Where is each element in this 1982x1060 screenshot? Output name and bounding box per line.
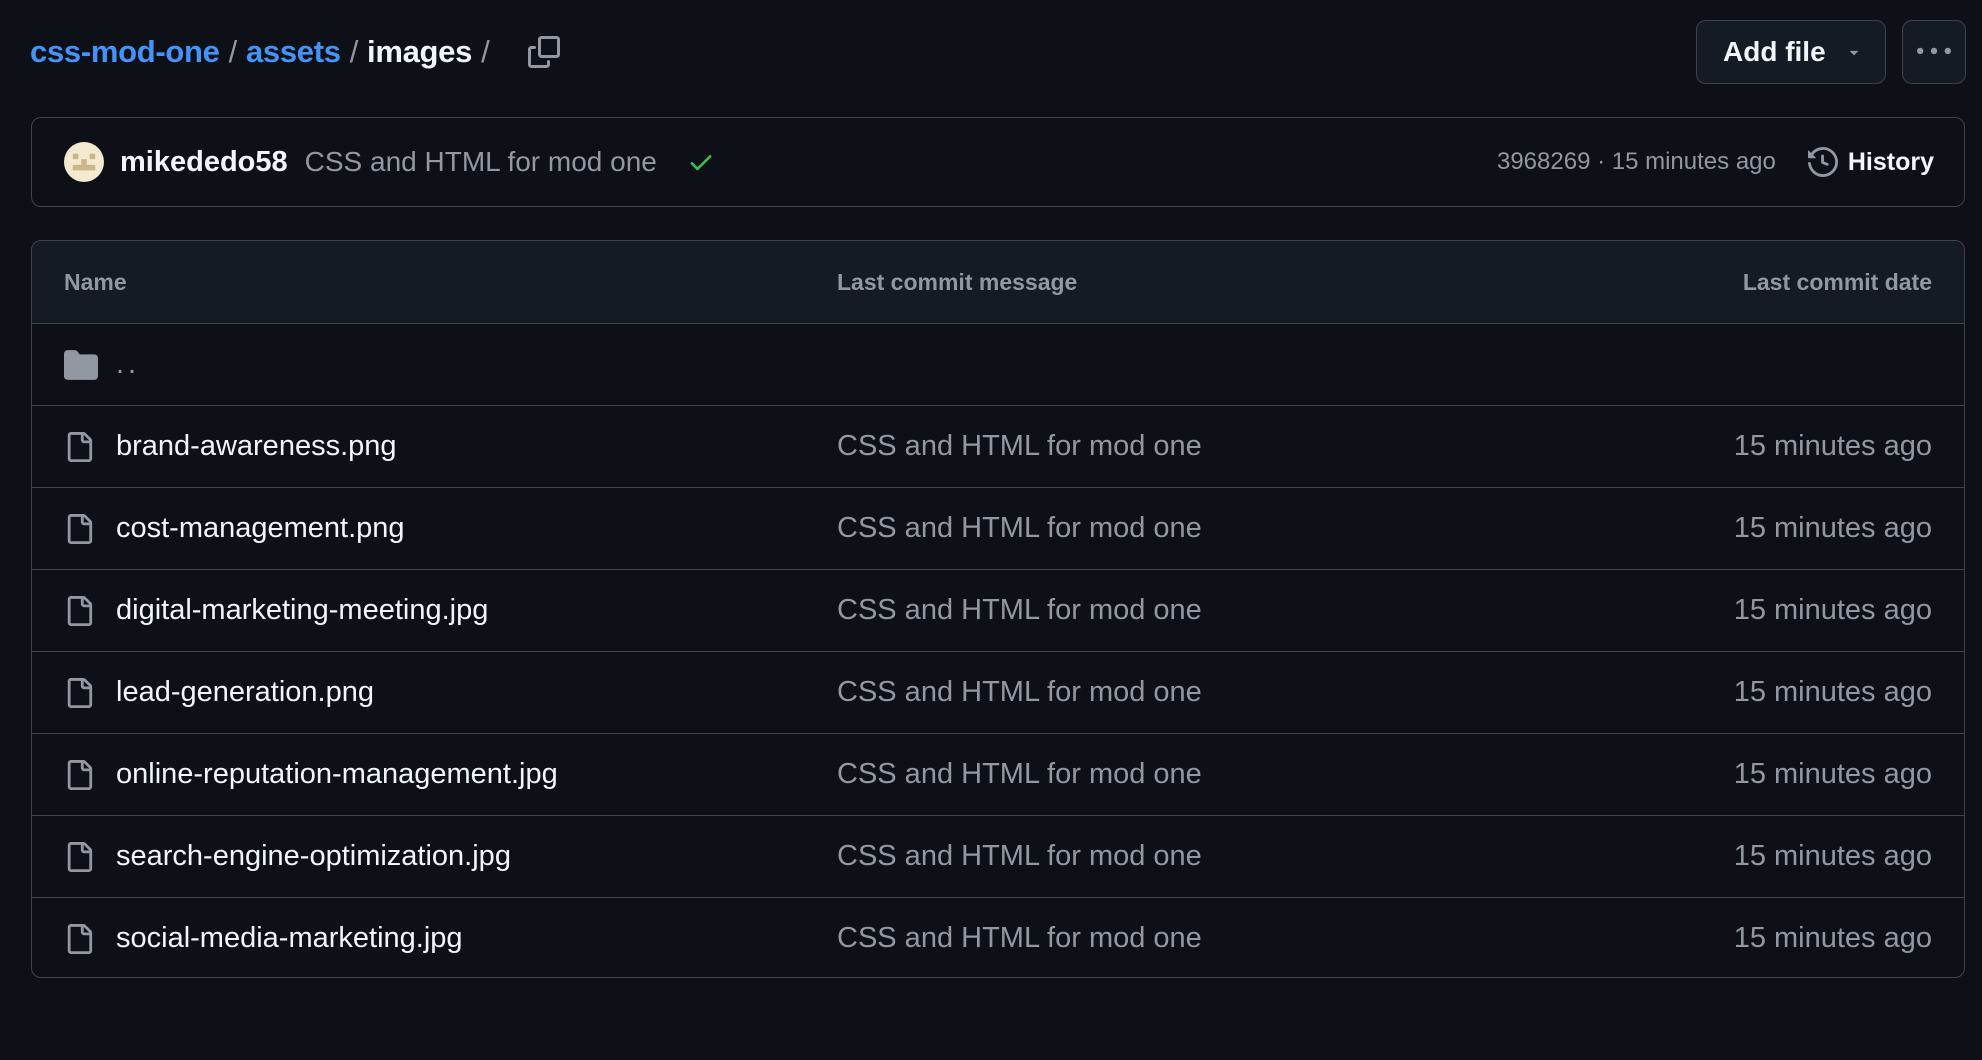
breadcrumb-current: images	[367, 34, 473, 69]
table-row[interactable]: online-reputation-management.jpg CSS and …	[32, 733, 1964, 815]
file-commit-message-link[interactable]: CSS and HTML for mod one	[837, 512, 1202, 545]
commit-status[interactable]	[687, 148, 715, 176]
file-commit-date: 15 minutes ago	[1733, 758, 1932, 790]
file-name-link[interactable]: social-media-marketing.jpg	[116, 922, 463, 955]
file-icon	[64, 676, 104, 710]
file-commit-date: 15 minutes ago	[1733, 430, 1932, 462]
file-commit-date: 15 minutes ago	[1733, 594, 1932, 626]
file-commit-date: 15 minutes ago	[1733, 512, 1932, 544]
file-commit-date: 15 minutes ago	[1733, 676, 1932, 708]
file-rows: brand-awareness.png CSS and HTML for mod …	[32, 405, 1964, 977]
commit-author-link[interactable]: mikededo58	[120, 146, 288, 179]
file-icon	[64, 840, 104, 874]
copy-path-button[interactable]	[524, 32, 564, 72]
check-icon	[690, 155, 712, 171]
parent-directory-row[interactable]: ..	[32, 323, 1964, 405]
table-row[interactable]: digital-marketing-meeting.jpg CSS and HTM…	[32, 569, 1964, 651]
avatar[interactable]	[64, 142, 104, 182]
file-table: Name Last commit message Last commit dat…	[31, 240, 1965, 978]
add-file-label: Add file	[1723, 36, 1826, 67]
table-row[interactable]: cost-management.png CSS and HTML for mod …	[32, 487, 1964, 569]
add-file-button[interactable]: Add file	[1696, 20, 1886, 84]
folder-icon	[64, 348, 104, 382]
breadcrumb-separator: /	[228, 34, 238, 69]
column-header-name: Name	[64, 268, 127, 295]
table-header: Name Last commit message Last commit dat…	[32, 241, 1964, 323]
file-commit-message-link[interactable]: CSS and HTML for mod one	[837, 594, 1202, 627]
file-commit-message-link[interactable]: CSS and HTML for mod one	[837, 840, 1202, 873]
table-row[interactable]: search-engine-optimization.jpg CSS and HT…	[32, 815, 1964, 897]
file-name-link[interactable]: lead-generation.png	[116, 676, 374, 709]
column-header-date: Last commit date	[1742, 268, 1932, 295]
breadcrumb-repo-link[interactable]: css-mod-one	[30, 34, 220, 70]
history-label: History	[1847, 147, 1934, 176]
file-commit-message-link[interactable]: CSS and HTML for mod one	[837, 430, 1202, 463]
file-commit-message-link[interactable]: CSS and HTML for mod one	[837, 922, 1202, 955]
table-row[interactable]: brand-awareness.png CSS and HTML for mod …	[32, 405, 1964, 487]
copy-icon	[528, 36, 561, 68]
breadcrumb-separator: /	[481, 34, 490, 69]
latest-commit-bar: mikededo58 CSS and HTML for mod one 3968…	[31, 117, 1965, 207]
breadcrumb-separator: /	[349, 34, 359, 69]
file-commit-date: 15 minutes ago	[1733, 922, 1932, 954]
triangle-down-icon	[1849, 50, 1859, 56]
file-name-link[interactable]: cost-management.png	[116, 512, 405, 545]
file-name-link[interactable]: digital-marketing-meeting.jpg	[116, 594, 488, 627]
more-options-button[interactable]	[1902, 20, 1966, 84]
file-name-link[interactable]: search-engine-optimization.jpg	[116, 840, 511, 873]
file-icon	[64, 512, 104, 546]
commit-message-link[interactable]: CSS and HTML for mod one	[305, 146, 657, 178]
file-icon	[64, 430, 104, 464]
avatar-identicon-icon	[70, 148, 98, 176]
history-icon	[1807, 147, 1838, 177]
top-bar: css-mod-one / assets / images / Add file	[30, 20, 1966, 84]
kebab-horizontal-icon	[1917, 47, 1951, 55]
file-icon	[64, 922, 104, 956]
file-commit-date: 15 minutes ago	[1733, 840, 1932, 872]
file-icon	[64, 758, 104, 792]
history-button[interactable]: History	[1807, 147, 1934, 177]
commit-hash-and-time[interactable]: 3968269 · 15 minutes ago	[1497, 148, 1776, 176]
breadcrumb-folder-link[interactable]: assets	[246, 34, 341, 70]
parent-directory-link[interactable]: ..	[116, 348, 140, 381]
file-commit-message-link[interactable]: CSS and HTML for mod one	[837, 758, 1202, 791]
table-row[interactable]: lead-generation.png CSS and HTML for mod …	[32, 651, 1964, 733]
breadcrumb: css-mod-one / assets / images /	[30, 34, 498, 70]
column-header-message: Last commit message	[837, 268, 1078, 295]
table-row[interactable]: social-media-marketing.jpg CSS and HTML f…	[32, 897, 1964, 977]
file-name-link[interactable]: online-reputation-management.jpg	[116, 758, 558, 791]
file-name-link[interactable]: brand-awareness.png	[116, 430, 397, 463]
file-commit-message-link[interactable]: CSS and HTML for mod one	[837, 676, 1202, 709]
file-icon	[64, 594, 104, 628]
